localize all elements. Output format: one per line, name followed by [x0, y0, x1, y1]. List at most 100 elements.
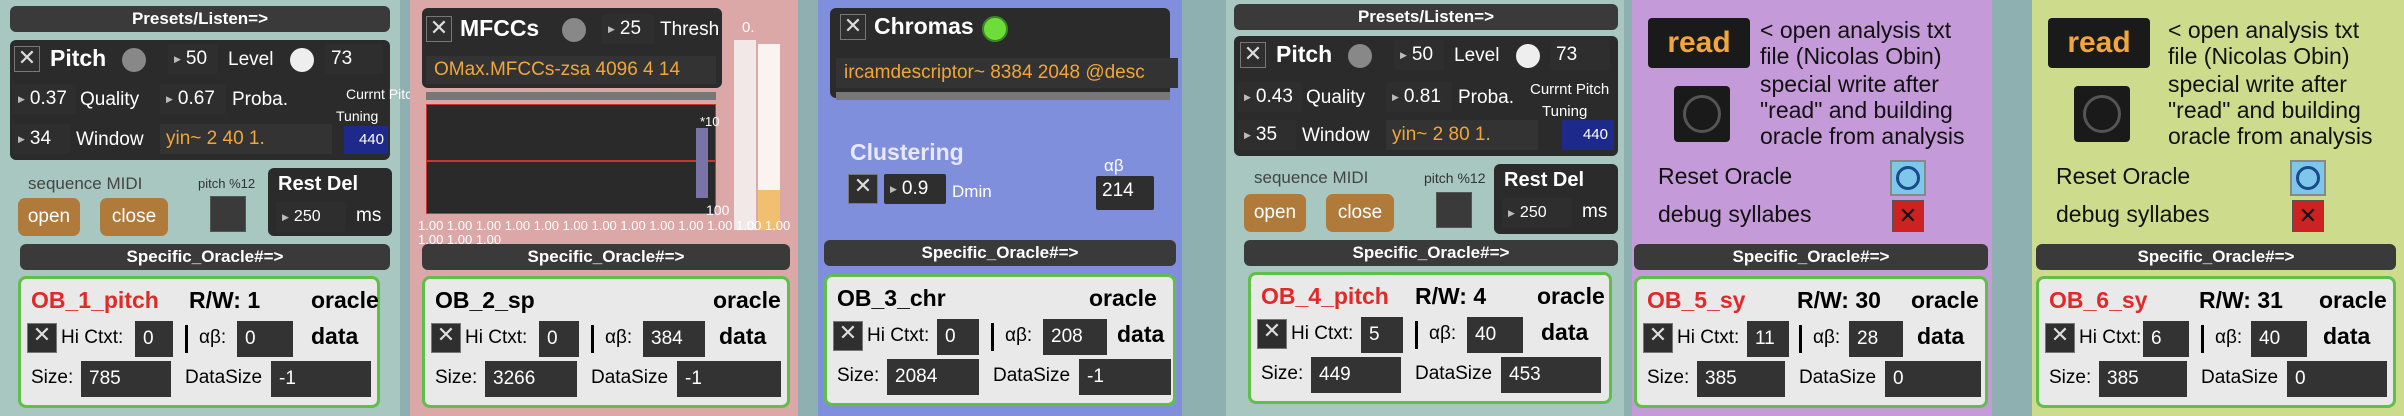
datasize-value[interactable]: 0 — [1885, 361, 1981, 397]
ab-value[interactable]: 28 — [1849, 321, 1903, 357]
datasize-value[interactable]: -1 — [677, 361, 781, 397]
datasize-label: DataSize — [1415, 363, 1493, 384]
circle-icon[interactable] — [562, 18, 586, 42]
hi-ctxt-label: Hi Ctxt: — [1677, 327, 1740, 348]
datasize-value[interactable]: -1 — [1079, 359, 1171, 395]
size-value[interactable]: 449 — [1311, 357, 1401, 393]
hi-ctxt-value[interactable]: 0 — [135, 321, 173, 357]
oracle-label: oracle — [1537, 283, 1605, 309]
datasize-label: DataSize — [591, 367, 669, 388]
pitch-panel-1: Presets/Listen=> ✕ Pitch 50 Level 73 0.3… — [0, 0, 420, 416]
mfcc-toggle[interactable]: ✕ — [426, 16, 452, 42]
hi-ctxt-toggle[interactable]: ✕ — [2045, 323, 2075, 353]
datasize-label: DataSize — [2201, 367, 2279, 388]
chroma-slider[interactable] — [836, 92, 1170, 100]
thresh-number[interactable]: 25 — [602, 14, 654, 45]
read-button[interactable]: read — [1648, 18, 1750, 68]
dmin-number[interactable]: 0.9 — [884, 174, 946, 205]
hi-ctxt-value[interactable]: 0 — [937, 319, 979, 355]
info-line-1: < open analysis txt — [2168, 17, 2360, 43]
rest-del-number[interactable]: 250 — [1502, 198, 1572, 229]
ab-value[interactable]: 40 — [2251, 321, 2307, 357]
hi-ctxt-label: Hi Ctxt: — [61, 327, 124, 348]
size-value[interactable]: 385 — [1697, 361, 1785, 397]
specific-oracle-header[interactable]: Specific_Oracle#=> — [422, 244, 790, 270]
yin-object[interactable]: yin~ 2 80 1. — [1386, 120, 1538, 150]
chroma-toggle[interactable]: ✕ — [840, 14, 866, 40]
proba-number[interactable]: 0.67 — [160, 84, 226, 115]
currnt-pitch-label: Currnt Pitch — [346, 86, 420, 102]
datasize-value[interactable]: -1 — [271, 361, 371, 397]
window-number[interactable]: 35 — [1238, 120, 1296, 151]
tuning-value[interactable]: 440 — [1562, 120, 1614, 150]
sequence-midi-label: sequence MIDI — [1254, 168, 1369, 187]
chroma-panel: ✕ Chromas ircamdescriptor~ 8384 2048 @de… — [818, 0, 1182, 416]
hi-ctxt-toggle[interactable]: ✕ — [431, 323, 461, 353]
size-value[interactable]: 2084 — [887, 359, 979, 395]
specific-oracle-header[interactable]: Specific_Oracle#=> — [20, 244, 390, 270]
level-indicator-icon — [290, 48, 314, 72]
tuning-value[interactable]: 440 — [344, 126, 388, 154]
open-button[interactable]: open — [18, 198, 80, 236]
pitch12-toggle[interactable] — [210, 196, 246, 232]
mfcc-slider[interactable] — [426, 92, 716, 100]
level-number[interactable]: 50 — [168, 44, 218, 75]
close-button[interactable]: close — [1326, 194, 1394, 232]
hi-ctxt-value[interactable]: 0 — [539, 321, 579, 357]
ab-value[interactable]: 40 — [1467, 317, 1523, 353]
pitch12-label: pitch %12 — [1424, 170, 1486, 186]
circle-icon[interactable] — [982, 16, 1008, 42]
datasize-value[interactable]: 0 — [2287, 361, 2387, 397]
ab-header-label: αβ — [1104, 156, 1124, 175]
ab-number[interactable]: 214 — [1096, 176, 1154, 210]
hi-ctxt-toggle[interactable]: ✕ — [1643, 323, 1673, 353]
ab-label: αβ: — [605, 327, 633, 348]
hi-ctxt-value[interactable]: 6 — [2143, 321, 2189, 357]
rest-del-number[interactable]: 250 — [276, 202, 346, 233]
quality-number[interactable]: 0.37 — [12, 84, 76, 115]
ab-label: αβ: — [1429, 323, 1457, 344]
debug-toggle[interactable]: ✕ — [2292, 200, 2324, 232]
pitch-toggle[interactable]: ✕ — [14, 46, 40, 72]
level-value[interactable]: 73 — [325, 44, 383, 74]
chroma-object[interactable]: ircamdescriptor~ 8384 2048 @desc — [836, 58, 1178, 88]
hi-ctxt-toggle[interactable]: ✕ — [27, 323, 57, 353]
level-number[interactable]: 50 — [1394, 40, 1444, 71]
specific-oracle-header[interactable]: Specific_Oracle#=> — [1244, 240, 1618, 266]
dmin-label: Dmin — [952, 182, 992, 201]
pitch-toggle[interactable]: ✕ — [1240, 42, 1266, 68]
specific-oracle-header[interactable]: Specific_Oracle#=> — [1634, 244, 1988, 270]
size-value[interactable]: 385 — [2099, 361, 2187, 397]
circle-icon[interactable] — [1348, 44, 1372, 68]
window-number[interactable]: 34 — [12, 124, 70, 155]
specific-oracle-header[interactable]: Specific_Oracle#=> — [824, 240, 1176, 266]
debug-toggle[interactable]: ✕ — [1892, 200, 1924, 232]
close-button[interactable]: close — [100, 198, 168, 236]
data-label: data — [719, 323, 767, 349]
level-value[interactable]: 73 — [1550, 40, 1610, 70]
presets-listen-header[interactable]: Presets/Listen=> — [1234, 4, 1618, 30]
clustering-toggle[interactable]: ✕ — [848, 174, 878, 204]
hi-ctxt-toggle[interactable]: ✕ — [1257, 319, 1287, 349]
ab-value[interactable]: 384 — [643, 321, 705, 357]
read-button[interactable]: read — [2048, 18, 2150, 68]
presets-listen-header[interactable]: Presets/Listen=> — [10, 6, 390, 32]
size-value[interactable]: 785 — [81, 361, 171, 397]
size-value[interactable]: 3266 — [485, 361, 577, 397]
hi-ctxt-value[interactable]: 5 — [1361, 317, 1403, 353]
hi-ctxt-toggle[interactable]: ✕ — [833, 321, 863, 351]
open-button[interactable]: open — [1244, 194, 1306, 232]
pitch12-toggle[interactable] — [1436, 192, 1472, 228]
datasize-label: DataSize — [1799, 367, 1877, 388]
data-label: data — [311, 323, 359, 349]
quality-number[interactable]: 0.43 — [1238, 82, 1302, 113]
mfcc-object[interactable]: OMax.MFCCs-zsa 4096 4 14 — [426, 56, 716, 84]
ab-value[interactable]: 208 — [1043, 319, 1107, 355]
ab-value[interactable]: 0 — [237, 321, 293, 357]
datasize-value[interactable]: 453 — [1501, 357, 1601, 393]
circle-icon[interactable] — [122, 48, 146, 72]
hi-ctxt-value[interactable]: 11 — [1747, 321, 1789, 357]
yin-object[interactable]: yin~ 2 40 1. — [160, 124, 332, 154]
specific-oracle-header[interactable]: Specific_Oracle#=> — [2036, 244, 2396, 270]
proba-number[interactable]: 0.81 — [1386, 82, 1452, 113]
